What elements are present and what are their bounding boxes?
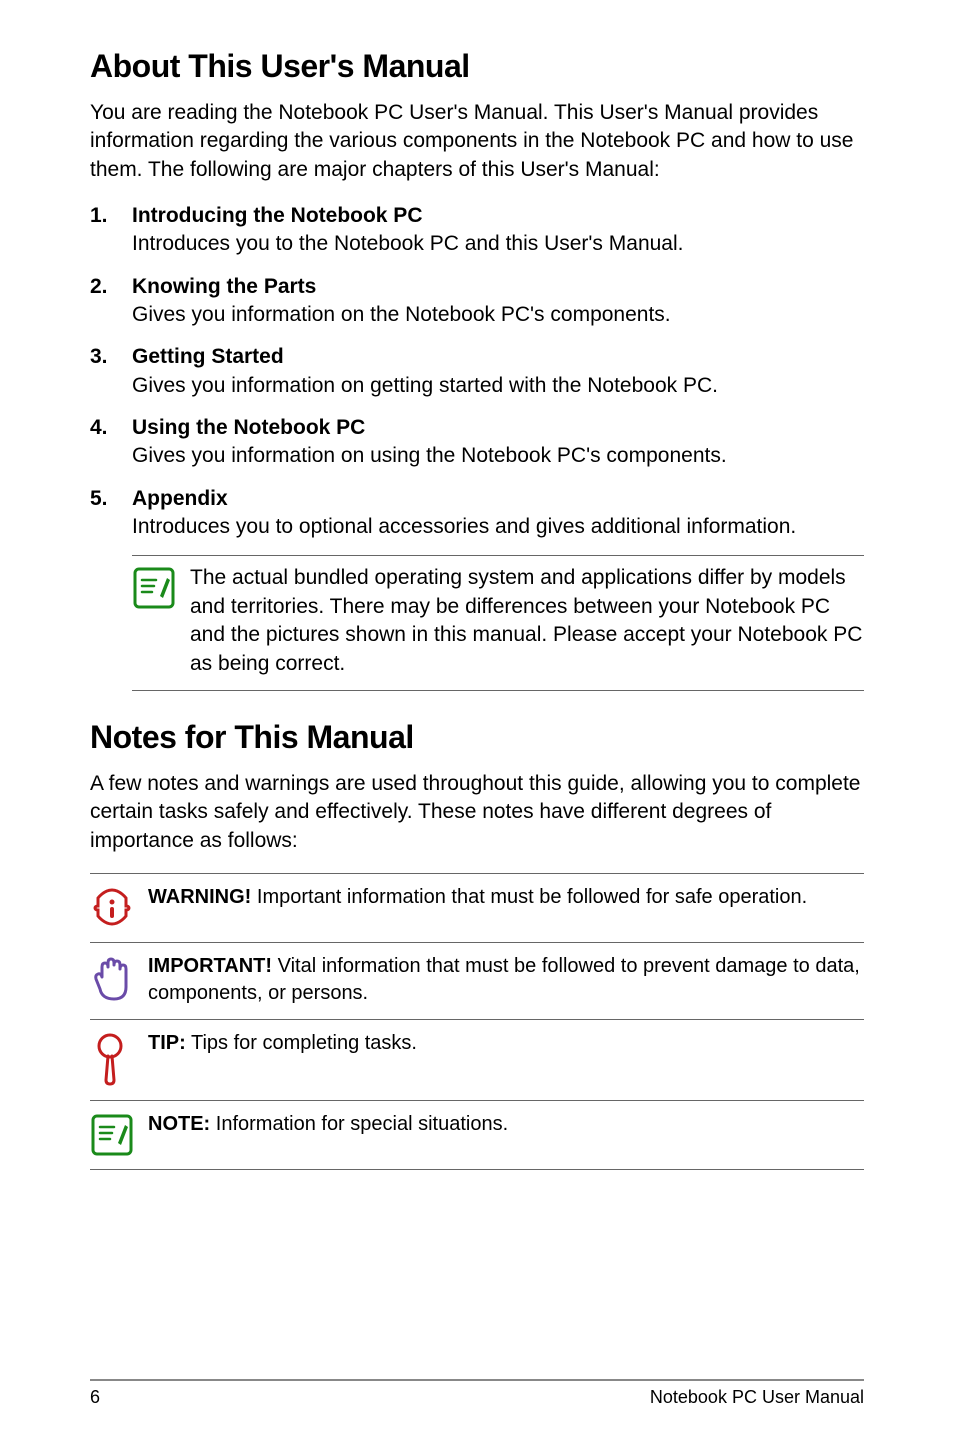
list-body: Appendix Introduces you to optional acce…	[132, 485, 864, 542]
tip-magnifier-icon	[90, 1030, 148, 1088]
note-callout: The actual bundled operating system and …	[132, 555, 864, 690]
list-body: Introducing the Notebook PC Introduces y…	[132, 202, 864, 259]
note-text: TIP: Tips for completing tasks.	[148, 1030, 864, 1057]
note-pencil-icon	[90, 1111, 148, 1157]
list-number: 4.	[90, 414, 132, 471]
list-desc: Gives you information on using the Noteb…	[132, 442, 864, 470]
warning-icon	[90, 884, 148, 930]
list-body: Getting Started Gives you information on…	[132, 343, 864, 400]
section-intro: A few notes and warnings are used throug…	[90, 770, 864, 855]
list-item: 1. Introducing the Notebook PC Introduce…	[90, 202, 864, 259]
note-row-note: NOTE: Information for special situations…	[90, 1100, 864, 1170]
section-intro: You are reading the Notebook PC User's M…	[90, 99, 864, 184]
note-text: The actual bundled operating system and …	[190, 564, 864, 677]
list-number: 2.	[90, 273, 132, 330]
list-desc: Introduces you to the Notebook PC and th…	[132, 230, 864, 258]
note-row-warning: WARNING! Important information that must…	[90, 873, 864, 942]
note-label: WARNING!	[148, 886, 251, 908]
footer-title: Notebook PC User Manual	[650, 1387, 864, 1408]
note-body: Information for special situations.	[210, 1113, 508, 1135]
list-title: Getting Started	[132, 343, 864, 371]
note-body: Tips for completing tasks.	[186, 1032, 417, 1054]
section-heading: Notes for This Manual	[90, 719, 864, 756]
note-label: IMPORTANT!	[148, 955, 272, 977]
list-title: Introducing the Notebook PC	[132, 202, 864, 230]
page-number: 6	[90, 1387, 100, 1408]
page-footer: 6 Notebook PC User Manual	[90, 1379, 864, 1408]
note-row-important: IMPORTANT! Vital information that must b…	[90, 942, 864, 1019]
list-number: 5.	[90, 485, 132, 542]
notes-legend: WARNING! Important information that must…	[90, 873, 864, 1170]
list-desc: Introduces you to optional accessories a…	[132, 513, 864, 541]
list-number: 3.	[90, 343, 132, 400]
note-text: NOTE: Information for special situations…	[148, 1111, 864, 1138]
note-label: NOTE:	[148, 1113, 210, 1135]
list-item: 3. Getting Started Gives you information…	[90, 343, 864, 400]
note-text: WARNING! Important information that must…	[148, 884, 864, 911]
list-title: Knowing the Parts	[132, 273, 864, 301]
chapter-list: 1. Introducing the Notebook PC Introduce…	[90, 202, 864, 541]
note-pencil-icon	[132, 564, 190, 610]
list-number: 1.	[90, 202, 132, 259]
list-body: Knowing the Parts Gives you information …	[132, 273, 864, 330]
note-body: Important information that must be follo…	[251, 886, 807, 908]
note-label: TIP:	[148, 1032, 186, 1054]
list-desc: Gives you information on getting started…	[132, 372, 864, 400]
list-item: 2. Knowing the Parts Gives you informati…	[90, 273, 864, 330]
list-body: Using the Notebook PC Gives you informat…	[132, 414, 864, 471]
list-title: Using the Notebook PC	[132, 414, 864, 442]
hand-stop-icon	[90, 953, 148, 1007]
list-item: 5. Appendix Introduces you to optional a…	[90, 485, 864, 542]
section-heading: About This User's Manual	[90, 48, 864, 85]
note-row-tip: TIP: Tips for completing tasks.	[90, 1019, 864, 1100]
list-item: 4. Using the Notebook PC Gives you infor…	[90, 414, 864, 471]
list-title: Appendix	[132, 485, 864, 513]
list-desc: Gives you information on the Notebook PC…	[132, 301, 864, 329]
note-text: IMPORTANT! Vital information that must b…	[148, 953, 864, 1007]
